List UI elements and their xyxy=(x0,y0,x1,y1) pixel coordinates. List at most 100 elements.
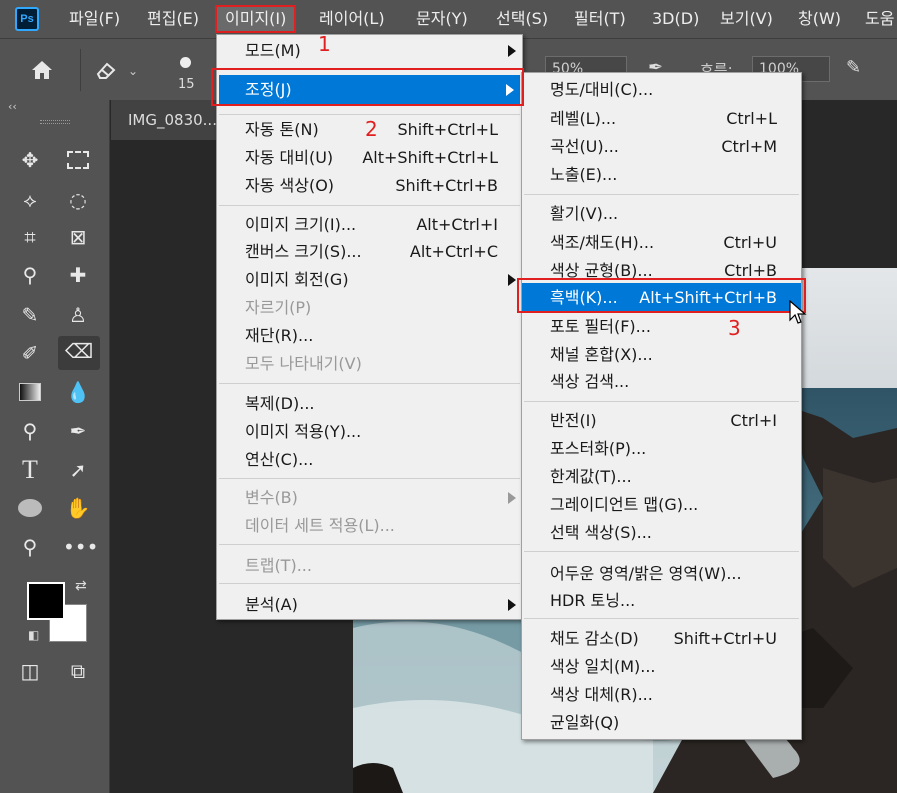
hand-icon[interactable]: ✋ xyxy=(63,493,93,523)
lasso-icon[interactable]: ⟡ xyxy=(15,185,45,215)
eyedropper-icon[interactable]: ⚲ xyxy=(15,260,45,290)
screen-mode-icon[interactable]: ⧉ xyxy=(63,656,93,686)
step-number-1: 1 xyxy=(318,32,331,56)
menu-item-calculations[interactable]: 연산(C)... xyxy=(217,446,522,473)
menu-item-duplicate[interactable]: 복제(D)... xyxy=(217,390,522,417)
menu-item-levels[interactable]: 레벨(L)... Ctrl+L xyxy=(522,105,801,132)
menu-help[interactable]: 도움 xyxy=(865,0,894,38)
separator xyxy=(524,618,799,619)
submenu-arrow-icon xyxy=(506,84,514,96)
menu-3d[interactable]: 3D(D) xyxy=(652,0,699,38)
brush-preview-dot[interactable] xyxy=(180,57,191,68)
gradient-icon[interactable] xyxy=(15,377,45,407)
menu-item-mode[interactable]: 모드(M) xyxy=(217,37,522,64)
separator xyxy=(219,478,520,479)
zoom-icon[interactable]: ⚲ xyxy=(15,532,45,562)
adjustments-submenu: 명도/대비(C)... 레벨(L)... Ctrl+L 곡선(U)... Ctrl+… xyxy=(521,72,802,740)
cursor-icon xyxy=(789,299,807,326)
separator xyxy=(524,194,799,195)
menu-item-shadows-highlights[interactable]: 어두운 영역/밝은 영역(W)... xyxy=(522,560,801,587)
eraser-icon[interactable] xyxy=(94,60,118,80)
healing-icon[interactable]: ✚ xyxy=(63,260,93,290)
menu-item-invert[interactable]: 반전(I) Ctrl+I xyxy=(522,407,801,434)
menu-item-vibrance[interactable]: 활기(V)... xyxy=(522,200,801,227)
menu-item-image-rotation[interactable]: 이미지 회전(G) xyxy=(217,266,522,293)
menu-item-hdr-toning[interactable]: HDR 토닝... xyxy=(522,587,801,614)
separator xyxy=(219,205,520,206)
menu-item-variables: 변수(B) xyxy=(217,484,522,511)
chevron-down-icon[interactable]: ⌄ xyxy=(128,64,138,78)
menu-item-channel-mixer[interactable]: 채널 혼합(X)... xyxy=(522,341,801,368)
menu-item-selective-color[interactable]: 선택 색상(S)... xyxy=(522,519,801,546)
menu-image[interactable]: 이미지(I) xyxy=(215,5,297,33)
menu-item-color-balance[interactable]: 색상 균형(B)... Ctrl+B xyxy=(522,257,801,284)
menu-window[interactable]: 창(W) xyxy=(798,0,841,38)
history-brush-icon[interactable]: ✐ xyxy=(15,338,45,368)
menu-select[interactable]: 선택(S) xyxy=(496,0,548,38)
menu-item-trap: 트랩(T)... xyxy=(245,556,312,575)
blur-icon[interactable]: 💧 xyxy=(63,377,93,407)
separator xyxy=(219,383,520,384)
crop-icon[interactable]: ⌗ xyxy=(15,222,45,252)
menu-item-apply-image[interactable]: 이미지 적용(Y)... xyxy=(217,418,522,445)
menu-item-photo-filter[interactable]: 포토 필터(F)... xyxy=(522,313,801,340)
menu-item-threshold[interactable]: 한계값(T)... xyxy=(522,463,801,490)
frame-icon[interactable]: ⊠ xyxy=(63,222,93,252)
move-icon[interactable]: ✥ xyxy=(15,145,45,175)
menu-item-image-size[interactable]: 이미지 크기(I)... Alt+Ctrl+I xyxy=(217,211,522,238)
step-number-3: 3 xyxy=(728,316,741,340)
ellipse-icon[interactable] xyxy=(15,493,45,523)
menu-item-brightness-contrast[interactable]: 명도/대비(C)... xyxy=(522,76,801,103)
foreground-color-swatch[interactable] xyxy=(27,582,65,620)
separator xyxy=(524,551,799,552)
menu-item-adjustments[interactable]: 조정(J) xyxy=(219,75,520,105)
smoothing-icon[interactable]: ✎ xyxy=(846,57,861,78)
menu-item-posterize[interactable]: 포스터화(P)... xyxy=(522,435,801,462)
menu-item-match-color[interactable]: 색상 일치(M)... xyxy=(522,653,801,680)
collapse-panel-button[interactable]: ‹‹ xyxy=(8,100,17,113)
more-icon[interactable]: ••• xyxy=(63,532,98,562)
menu-item-analysis[interactable]: 분석(A) xyxy=(217,591,522,618)
quick-select-icon[interactable]: ◌ xyxy=(63,185,93,215)
brush-icon[interactable]: ✎ xyxy=(15,300,45,330)
dodge-icon[interactable]: ⚲ xyxy=(15,416,45,446)
menu-view[interactable]: 보기(V) xyxy=(720,0,773,38)
menu-item-desaturate[interactable]: 채도 감소(D) Shift+Ctrl+U xyxy=(522,625,801,652)
pen-icon[interactable]: ✒ xyxy=(63,416,93,446)
menu-filter[interactable]: 필터(T) xyxy=(574,0,626,38)
menu-item-gradient-map[interactable]: 그레이디언트 맵(G)... xyxy=(522,491,801,518)
photoshop-logo: Ps xyxy=(15,7,39,31)
default-colors-icon[interactable]: ◧ xyxy=(28,628,39,642)
menu-item-auto-contrast[interactable]: 자동 대비(U) Alt+Shift+Ctrl+L xyxy=(217,144,522,171)
menu-item-trim[interactable]: 재단(R)... xyxy=(217,322,522,349)
separator xyxy=(524,401,799,402)
home-icon[interactable] xyxy=(30,59,54,81)
eraser-tool-icon[interactable]: ⌫ xyxy=(58,336,100,370)
menu-edit[interactable]: 편집(E) xyxy=(147,0,199,38)
panel-grip[interactable] xyxy=(40,120,70,124)
menu-item-curves[interactable]: 곡선(U)... Ctrl+M xyxy=(522,133,801,160)
menu-item-reveal-all: 모두 나타내기(V) xyxy=(245,354,362,373)
separator xyxy=(219,544,520,545)
document-tab[interactable]: IMG_0830... xyxy=(111,100,231,140)
menu-type[interactable]: 문자(Y) xyxy=(416,0,468,38)
menu-file[interactable]: 파일(F) xyxy=(69,0,120,38)
menu-item-crop: 자르기(P) xyxy=(245,298,312,317)
menu-item-black-white[interactable]: 흑백(K)... Alt+Shift+Ctrl+B xyxy=(522,283,801,313)
step-number-2: 2 xyxy=(365,117,378,141)
menu-item-exposure[interactable]: 노출(E)... xyxy=(522,161,801,188)
menu-item-canvas-size[interactable]: 캔버스 크기(S)... Alt+Ctrl+C xyxy=(217,238,522,265)
menu-item-replace-color[interactable]: 색상 대체(R)... xyxy=(522,681,801,708)
menu-item-auto-color[interactable]: 자동 색상(O) Shift+Ctrl+B xyxy=(217,172,522,199)
quick-mask-icon[interactable]: ◫ xyxy=(15,656,45,686)
submenu-arrow-icon xyxy=(508,599,516,611)
menu-item-color-lookup[interactable]: 색상 검색... xyxy=(522,368,801,395)
marquee-icon[interactable] xyxy=(63,145,93,175)
menu-item-equalize[interactable]: 균일화(Q) xyxy=(522,709,801,736)
swap-colors-icon[interactable]: ⇄ xyxy=(75,578,87,594)
stamp-icon[interactable]: ♙ xyxy=(63,300,93,330)
brush-size-label: 15 xyxy=(178,77,195,92)
menu-item-hue-saturation[interactable]: 색조/채도(H)... Ctrl+U xyxy=(522,229,801,256)
type-icon[interactable]: T xyxy=(15,455,45,485)
path-select-icon[interactable]: ➚ xyxy=(63,455,93,485)
